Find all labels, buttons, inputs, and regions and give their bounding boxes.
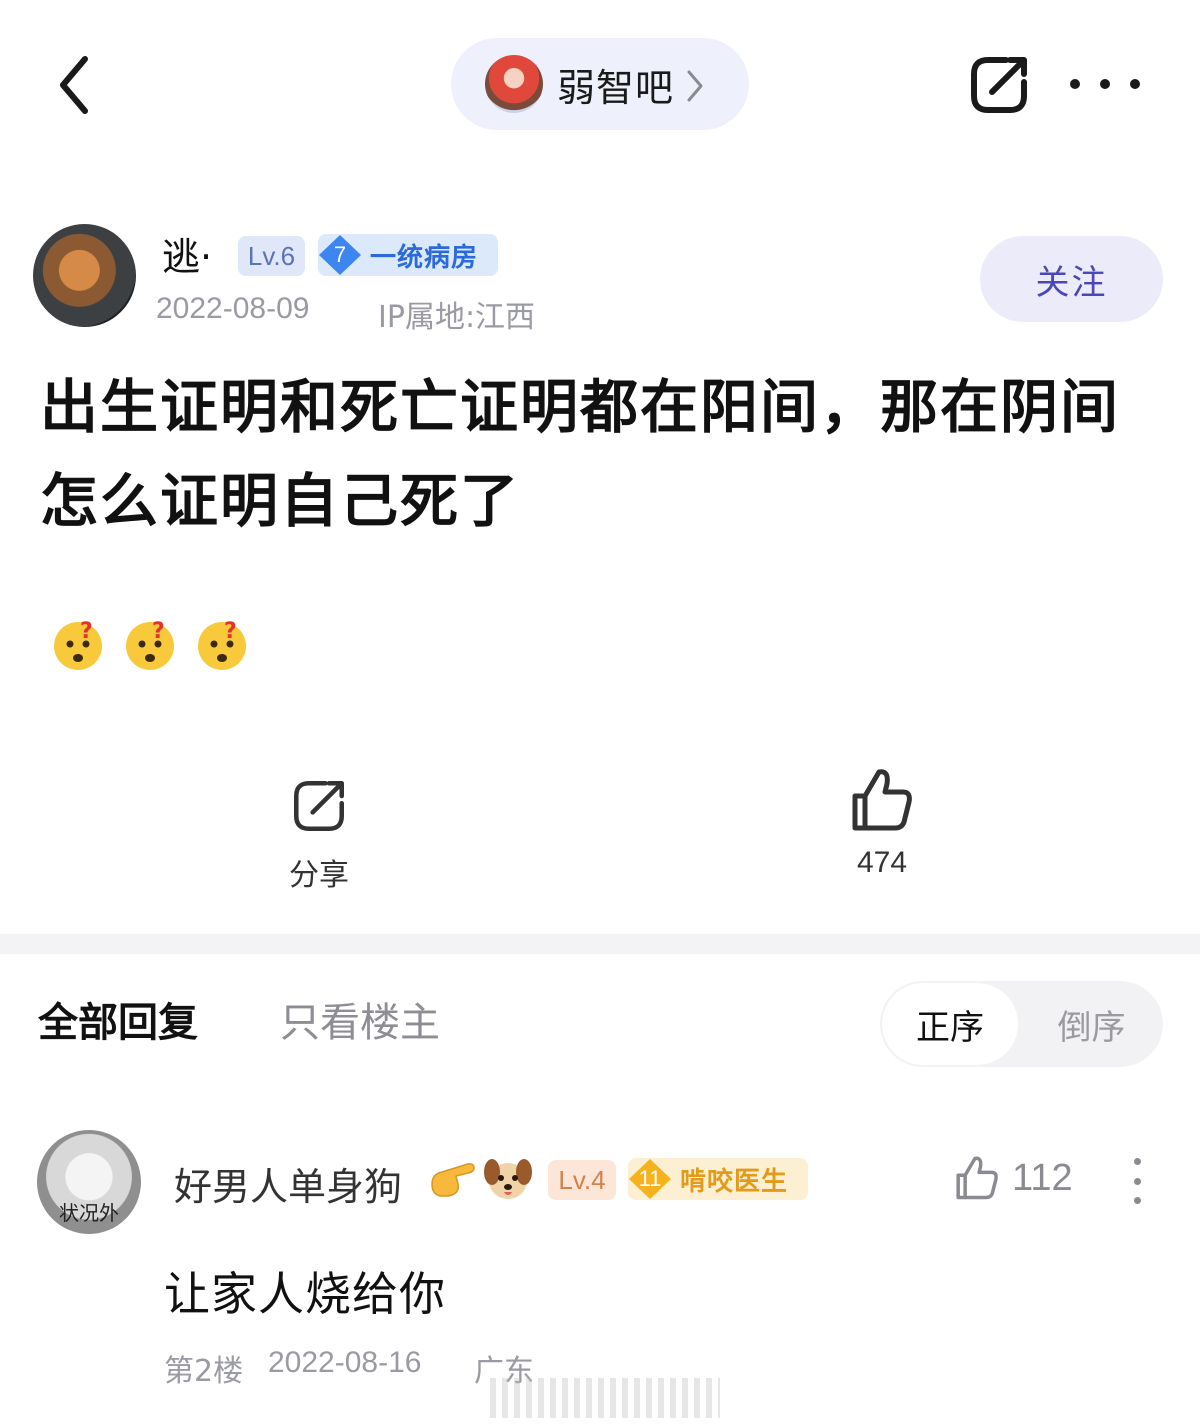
thinking-face-icon: ? bbox=[126, 619, 174, 670]
chevron-right-icon bbox=[687, 70, 703, 102]
share-action[interactable]: 分享 bbox=[284, 776, 354, 894]
reply-floor: 第2楼 bbox=[164, 1354, 244, 1389]
reply-title-badge: 11 啃咬医生 bbox=[628, 1158, 808, 1200]
dot-icon bbox=[1133, 1197, 1141, 1204]
tab-all-replies[interactable]: 全部回复 bbox=[38, 990, 198, 1048]
dog-face-icon bbox=[484, 1159, 532, 1199]
title-badge: 7 一统病房 bbox=[318, 234, 498, 276]
reply-like-button[interactable]: 112 bbox=[954, 1154, 1073, 1202]
sort-descending-button[interactable]: 倒序 bbox=[1022, 983, 1161, 1065]
dot-icon bbox=[1133, 1177, 1141, 1185]
thinking-face-icon: ? bbox=[198, 619, 246, 670]
post-title: 出生证明和死亡证明都在阳间，那在阴间怎么证明自己死了 bbox=[40, 373, 1121, 535]
svg-text:?: ? bbox=[80, 619, 93, 644]
forum-link[interactable]: 弱智吧 bbox=[451, 38, 749, 130]
chevron-left-icon bbox=[60, 56, 88, 114]
reply-more-button[interactable] bbox=[1128, 1158, 1146, 1204]
sort-ascending-button[interactable]: 正序 bbox=[882, 983, 1018, 1065]
post-emoji-row: ? ? ? bbox=[50, 616, 250, 672]
title-badge-number: 7 bbox=[333, 242, 347, 267]
thumbs-up-icon bbox=[852, 769, 912, 831]
reply-author-name[interactable]: 好男人单身狗 bbox=[174, 1156, 402, 1211]
dot-icon bbox=[1070, 79, 1080, 89]
avatar-caption: 状况外 bbox=[59, 1201, 119, 1225]
dot-icon bbox=[1133, 1158, 1141, 1165]
level-badge: Lv.6 bbox=[238, 236, 305, 276]
forum-name: 弱智吧 bbox=[557, 65, 675, 110]
share-icon bbox=[294, 781, 344, 831]
tab-owner-only[interactable]: 只看楼主 bbox=[280, 990, 440, 1048]
like-action[interactable]: 474 bbox=[846, 766, 918, 880]
post-date: 2022-08-09 bbox=[156, 292, 310, 325]
reply-content: 让家人烧给你 bbox=[164, 1267, 446, 1321]
top-bar: 弱智吧 bbox=[0, 0, 1200, 170]
title-badge-text: 一统病房 bbox=[370, 242, 479, 273]
pointing-hand-icon bbox=[431, 1163, 475, 1197]
like-count: 474 bbox=[856, 846, 908, 879]
diamond-icon: 7 bbox=[318, 234, 362, 276]
diamond-icon: 11 bbox=[628, 1158, 672, 1200]
forum-avatar bbox=[485, 55, 543, 113]
sort-toggle: 正序 倒序 bbox=[880, 981, 1163, 1067]
share-icon bbox=[971, 57, 1027, 113]
thinking-face-icon: ? bbox=[54, 619, 102, 670]
dot-icon bbox=[1130, 79, 1140, 89]
watermark bbox=[490, 1378, 720, 1418]
back-button[interactable] bbox=[44, 50, 104, 120]
svg-text:?: ? bbox=[224, 619, 237, 644]
dot-icon bbox=[1100, 79, 1110, 89]
reply-title-badge-text: 啃咬医生 bbox=[680, 1166, 789, 1197]
thumbs-up-icon bbox=[956, 1156, 998, 1200]
reply-date: 2022-08-16 bbox=[268, 1346, 422, 1379]
author-avatar[interactable] bbox=[33, 224, 136, 327]
share-button-top[interactable] bbox=[966, 52, 1032, 118]
reply-like-count: 112 bbox=[1012, 1156, 1073, 1199]
reply-title-badge-number: 11 bbox=[638, 1166, 662, 1191]
svg-text:?: ? bbox=[152, 619, 165, 644]
author-name[interactable]: 逃· bbox=[162, 226, 212, 281]
reply-level-badge: Lv.4 bbox=[548, 1160, 616, 1200]
share-label: 分享 bbox=[289, 858, 349, 893]
reply-avatar[interactable]: 状况外 bbox=[37, 1130, 141, 1234]
section-divider bbox=[0, 934, 1200, 954]
follow-button[interactable]: 关注 bbox=[980, 236, 1163, 322]
more-options-button[interactable] bbox=[1070, 64, 1140, 104]
post-ip-location: IP属地:江西 bbox=[378, 300, 536, 335]
reply-name-emojis bbox=[428, 1154, 534, 1204]
